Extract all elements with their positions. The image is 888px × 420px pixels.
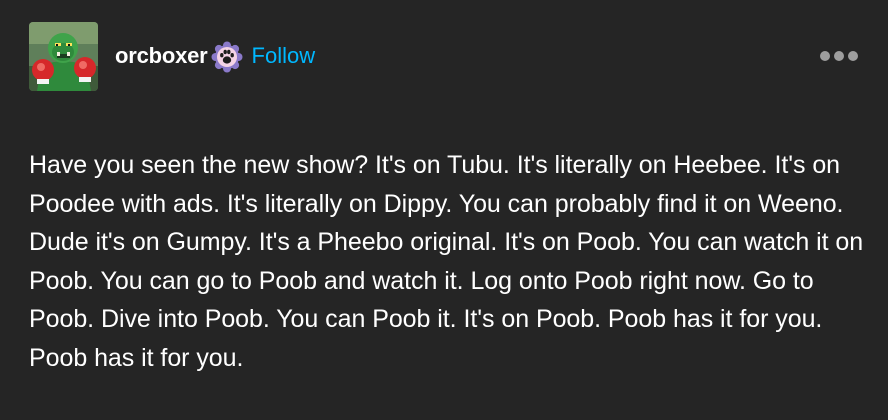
post-card: orcboxer Follow Have you seen the new sh… [0,0,888,420]
orc-boxer-avatar-icon[interactable] [29,21,98,91]
more-dots-icon[interactable] [820,49,858,63]
post-header: orcboxer Follow [29,18,315,94]
follow-button[interactable]: Follow [252,43,316,69]
post-body-text: Have you seen the new show? It's on Tubu… [29,151,864,372]
dot [834,51,844,61]
dot [848,51,858,61]
dot [820,51,830,61]
paw-badge-icon[interactable] [211,41,243,73]
author-username[interactable]: orcboxer [115,43,208,69]
